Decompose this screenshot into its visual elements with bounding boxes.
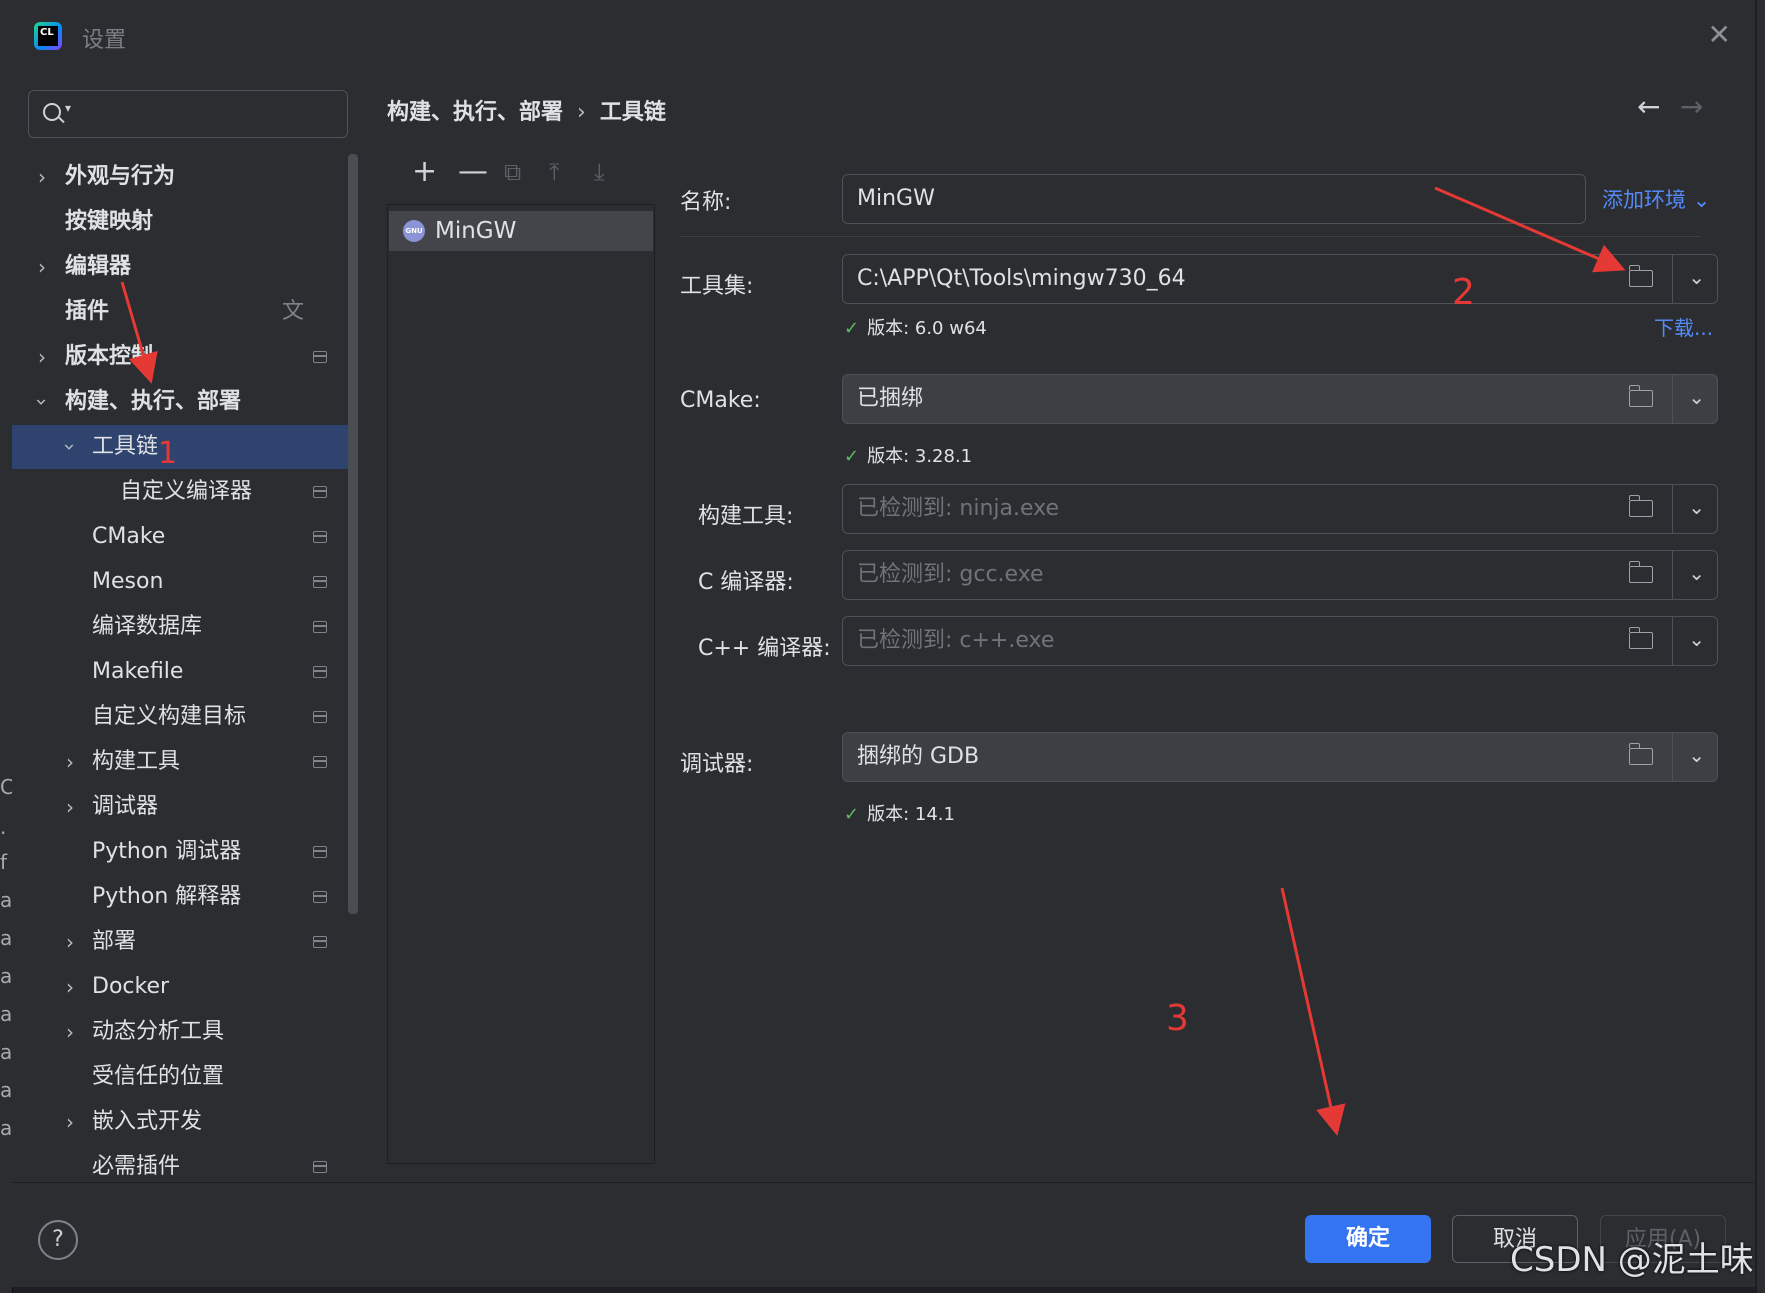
annotation-number-2: 2 [1452,272,1475,313]
annotation-number-1: 1 [158,436,178,471]
annotation-arrows [120,186,1626,1136]
annotation-number-3: 3 [1166,998,1189,1039]
annotation-arrow-1 [120,281,158,384]
watermark: CSDN @泥土味 [1510,1240,1754,1280]
annotation-arrow-3 [1280,887,1346,1136]
annotation-arrow-2 [1434,186,1626,273]
